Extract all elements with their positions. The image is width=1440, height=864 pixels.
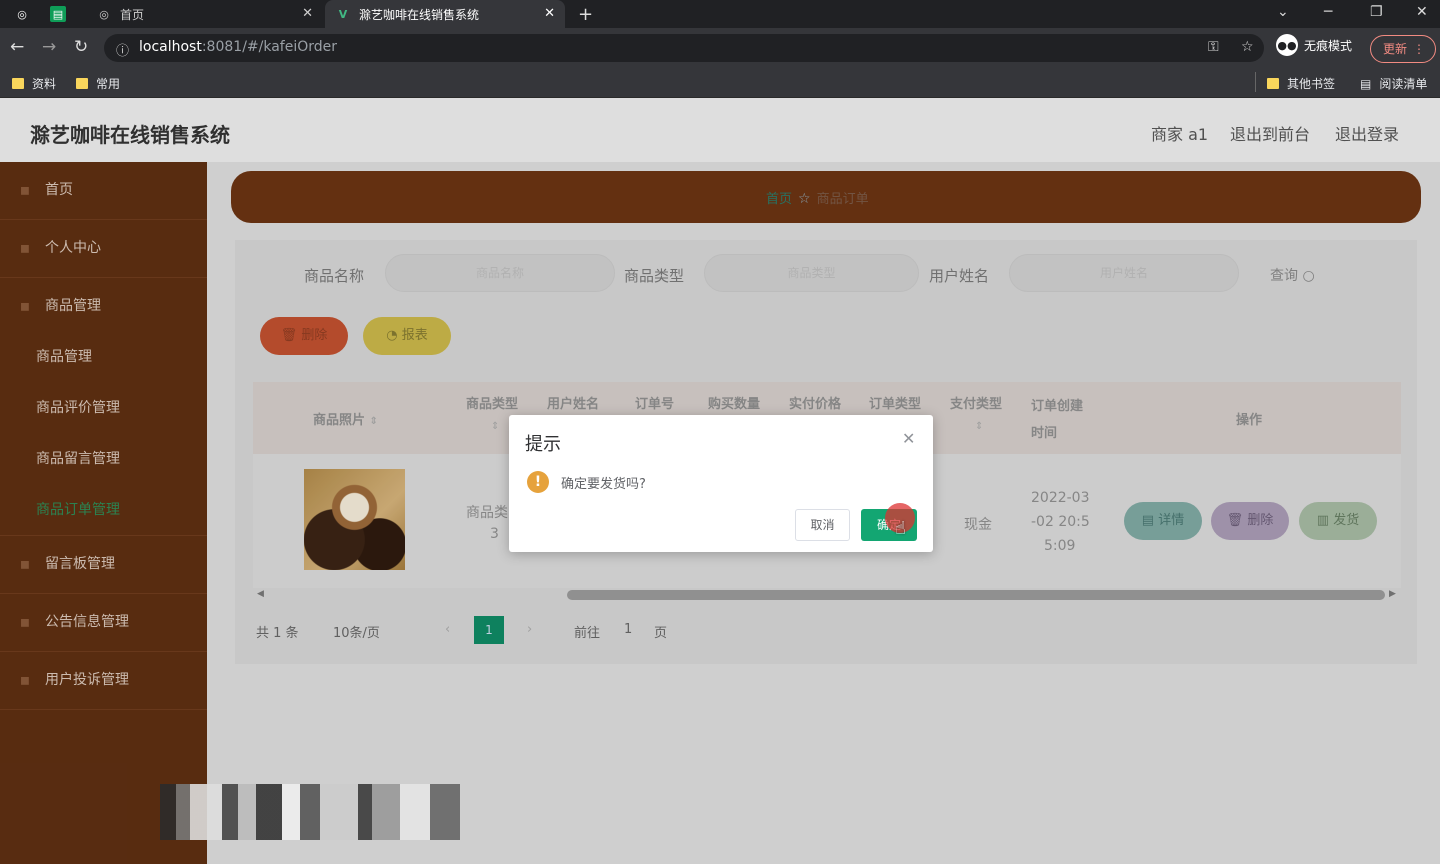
tab-home[interactable]: ◎ 首页 ✕ [88, 0, 323, 28]
bookmark-label: 阅读清单 [1379, 77, 1428, 91]
bookmark-label: 常用 [96, 77, 121, 91]
window-close-icon[interactable]: ✕ [1416, 4, 1428, 20]
bookmarks-bar: 资料 常用 其他书签 ▤ 阅读清单 [0, 68, 1440, 98]
address-bar-row: ← → ↻ ⓘ localhost:8081/#/kafeiOrder ⚿ ☆ [0, 28, 1440, 68]
dialog-message: 确定要发货吗? [561, 477, 646, 492]
update-label: 更新 [1383, 42, 1408, 56]
bookmark-folder-materials[interactable]: 资料 [12, 75, 56, 92]
close-icon[interactable]: ✕ [902, 429, 915, 448]
reading-list-icon: ▤ [1360, 76, 1372, 91]
folder-icon [1267, 78, 1279, 89]
warning-icon: ! [527, 471, 549, 493]
tab-label: 滁艺咖啡在线销售系统 [359, 7, 480, 22]
pixelated-watermark [160, 784, 460, 840]
reload-icon[interactable]: ↻ [74, 37, 88, 57]
star-icon[interactable]: ☆ [1241, 39, 1254, 55]
dialog-title: 提示 [525, 434, 561, 455]
back-icon[interactable]: ← [10, 37, 24, 57]
close-icon[interactable]: ✕ [302, 6, 313, 21]
cancel-button[interactable]: 取消 [795, 509, 850, 541]
confirm-dialog: 提示 ✕ ! 确定要发货吗? 取消 确定 [509, 415, 933, 552]
more-icon[interactable]: ⋮ [1413, 36, 1425, 62]
minimize-icon[interactable]: ─ [1324, 4, 1332, 20]
bookmark-label: 资料 [32, 77, 57, 91]
tab-label: 首页 [120, 7, 145, 22]
sheet-tab-icon[interactable]: ▤ [50, 0, 78, 28]
bookmark-separator [1255, 72, 1256, 92]
bookmark-folder-common[interactable]: 常用 [76, 75, 120, 92]
key-icon[interactable]: ⚿ [1208, 39, 1219, 55]
bookmark-label: 其他书签 [1287, 77, 1336, 91]
info-icon[interactable]: ⓘ [116, 40, 129, 59]
incognito-label: 无痕模式 [1304, 38, 1353, 53]
folder-icon [76, 78, 88, 89]
incognito-indicator[interactable]: ●● 无痕模式 [1276, 34, 1352, 56]
vue-icon: V [338, 7, 348, 21]
restore-icon[interactable]: ❐ [1370, 4, 1383, 20]
url-input[interactable]: ⓘ localhost:8081/#/kafeiOrder ⚿ ☆ [104, 34, 1264, 62]
incognito-icon: ●● [1276, 34, 1298, 56]
update-button[interactable]: 更新 ⋮ [1370, 35, 1436, 63]
browser-icon[interactable]: ◎ [16, 0, 36, 28]
reading-list[interactable]: ▤ 阅读清单 [1360, 75, 1427, 92]
url-path: :8081/#/kafeiOrder [201, 39, 338, 55]
bookmark-folder-other[interactable]: 其他书签 [1267, 75, 1335, 92]
close-icon[interactable]: ✕ [544, 6, 555, 21]
globe-icon: ◎ [99, 7, 109, 21]
url-host: localhost [139, 39, 202, 55]
pointer-cursor-icon: ☝ [895, 518, 906, 539]
chevron-down-icon[interactable]: ⌄ [1277, 4, 1289, 20]
browser-tab-bar: ◎ ▤ ◎ 首页 ✕ V 滁艺咖啡在线销售系统 ✕ + ⌄ ─ ❐ ✕ [0, 0, 1440, 28]
forward-icon[interactable]: → [42, 37, 56, 57]
tab-coffee-system[interactable]: V 滁艺咖啡在线销售系统 ✕ [325, 0, 565, 28]
folder-icon [12, 78, 24, 89]
new-tab-button[interactable]: + [578, 0, 593, 28]
